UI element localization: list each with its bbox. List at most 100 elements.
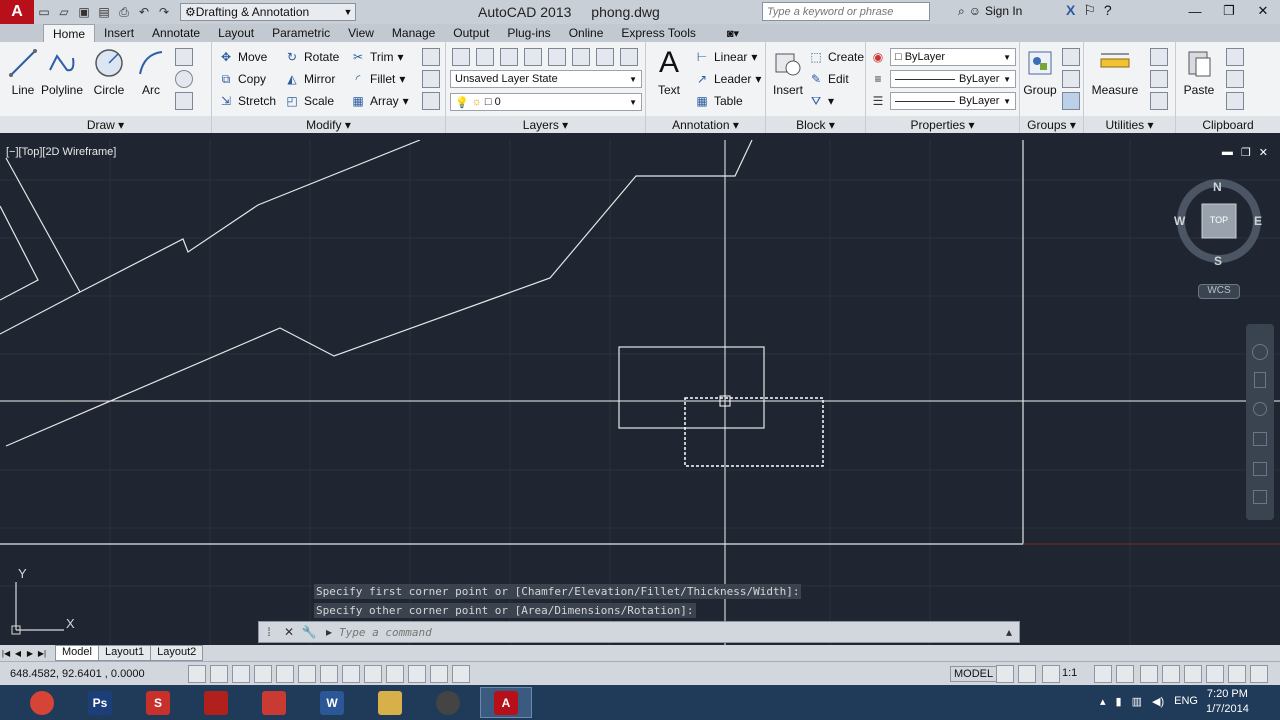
explode-icon[interactable] [422,70,440,88]
select-all-icon[interactable] [1150,70,1168,88]
clipboard-panel-title[interactable]: Clipboard [1176,116,1280,133]
copy-tool[interactable]: ⧉ Copy [218,70,266,88]
annotation-visibility-icon[interactable] [1094,665,1112,683]
taskbar-photoshop[interactable]: Ps [74,687,126,718]
properties-panel-title[interactable]: Properties ▾ [866,116,1019,133]
polar-icon[interactable] [276,665,294,683]
insert-block-tool[interactable]: Insert [770,47,806,97]
layer-off-icon[interactable] [476,48,494,66]
dyn-input-icon[interactable] [386,665,404,683]
print-icon[interactable]: ⎙ [114,2,134,22]
rotate-tool[interactable]: ↻ Rotate [284,48,339,66]
lock-ui-icon[interactable] [1162,665,1180,683]
tab-model[interactable]: Model [55,645,99,661]
utilities-panel-title[interactable]: Utilities ▾ [1084,116,1175,133]
table-tool[interactable]: ▦ Table [694,92,742,110]
move-tool[interactable]: ✥ Move [218,48,267,66]
annotation-scale-icon[interactable] [1042,665,1060,683]
infer-constraints-icon[interactable] [188,665,206,683]
compass-south[interactable]: S [1214,254,1222,268]
navigation-bar[interactable] [1246,324,1274,520]
quick-view-layouts-icon[interactable] [996,665,1014,683]
taskbar-word[interactable]: W [306,687,358,718]
stretch-tool[interactable]: ⇲ Stretch [218,92,276,110]
viewport-restore-icon[interactable]: ❐ [1241,146,1251,159]
grid-icon[interactable] [210,665,228,683]
save-as-icon[interactable]: ▤ [94,2,114,22]
block-attribute-tool[interactable]: ⛛ ▾ [808,92,834,110]
next-layout-icon[interactable]: ▶ [24,649,36,658]
groups-panel-title[interactable]: Groups ▾ [1020,116,1083,133]
polyline-tool[interactable]: Polyline [40,47,84,97]
quick-properties-icon[interactable] [452,665,470,683]
layer-lock-icon[interactable] [548,48,566,66]
undo-icon[interactable]: ↶ [134,2,154,22]
tab-annotate[interactable]: Annotate [143,24,209,42]
color-dropdown[interactable]: □ ByLayer ▼ [890,48,1016,66]
network-icon[interactable]: ▥ [1132,695,1142,708]
annotation-scale[interactable]: 1:1 [1062,667,1077,679]
layer-previous-icon[interactable] [596,48,614,66]
modify-panel-title[interactable]: Modify ▾ [212,116,445,133]
drawing-canvas[interactable]: [−][Top][2D Wireframe] ▬ ❐ ✕ N S E W TOP… [0,140,1280,645]
prev-layout-icon[interactable]: ◀ [12,649,24,658]
otrack-icon[interactable] [342,665,360,683]
leader-tool[interactable]: ↗ Leader ▾ [694,70,761,88]
layer-dropdown[interactable]: 💡 ☼ □ 0 ▼ [450,93,642,111]
stay-connected-icon[interactable]: ⚐ [1083,2,1096,19]
paste-tool[interactable]: Paste [1182,47,1216,97]
tab-plug-ins[interactable]: Plug-ins [498,24,559,42]
linear-dimension-tool[interactable]: ⊢ Linear ▾ [694,48,758,66]
workspace-dropdown[interactable]: ⚙ Drafting & Annotation ▼ [180,3,356,21]
lineweight-dropdown[interactable]: ByLayer ▼ [890,92,1016,110]
copy-clip-icon[interactable] [1226,70,1244,88]
match-properties-icon[interactable]: ◉ [870,48,886,66]
last-layout-icon[interactable]: ▶| [36,649,48,658]
hatch-icon[interactable] [175,92,193,110]
viewcube[interactable]: N S E W TOP [1172,174,1266,268]
compass-east[interactable]: E [1254,214,1262,228]
taskbar-sketchup[interactable]: S [132,687,184,718]
lineweight-toggle-icon[interactable] [408,665,426,683]
tab-manage[interactable]: Manage [383,24,444,42]
ungroup-icon[interactable] [1062,48,1080,66]
workspace-switch-icon[interactable] [1140,665,1158,683]
ducs-icon[interactable] [364,665,382,683]
language-indicator[interactable]: ENG [1174,695,1198,708]
create-block-tool[interactable]: ⬚ Create [808,48,864,66]
layer-freeze-icon[interactable] [524,48,542,66]
help-search-input[interactable] [762,2,930,21]
tab-insert[interactable]: Insert [95,24,143,42]
draw-panel-title[interactable]: Draw ▾ [0,116,211,133]
taskbar-chrome[interactable] [16,687,68,718]
ellipse-icon[interactable] [175,70,193,88]
hardware-acceleration-icon[interactable] [1184,665,1202,683]
orbit-icon[interactable] [1253,432,1267,446]
text-tool[interactable]: A Text [652,46,686,97]
command-prompt-icon[interactable]: ▸ [319,625,339,639]
array-tool[interactable]: ▦ Array ▾ [350,92,408,110]
volume-icon[interactable]: ◀) [1152,695,1164,708]
tab-layout1[interactable]: Layout1 [97,645,152,661]
help-icon[interactable]: ? [1104,2,1112,19]
annotation-panel-title[interactable]: Annotation ▾ [646,116,765,133]
clean-screen-icon[interactable] [1250,665,1268,683]
layers-panel-title[interactable]: Layers ▾ [446,116,645,133]
maximize-icon[interactable]: ❐ [1212,0,1246,22]
measure-tool[interactable]: Measure [1090,47,1140,97]
calculator-icon[interactable] [1150,92,1168,110]
auto-scale-icon[interactable] [1116,665,1134,683]
wcs-menu-button[interactable]: WCS [1198,284,1240,299]
tab-parametric[interactable]: Parametric [263,24,339,42]
quick-select-icon[interactable] [1150,48,1168,66]
snap-icon[interactable] [232,665,250,683]
erase-icon[interactable] [422,48,440,66]
command-close-icon[interactable]: ✕ [279,625,299,639]
fillet-tool[interactable]: ◜ Fillet ▾ [350,70,406,88]
minimize-icon[interactable]: — [1178,0,1212,22]
taskbar-grid-app[interactable] [248,687,300,718]
circle-tool[interactable]: Circle [90,47,128,97]
match-prop-icon[interactable] [1226,92,1244,110]
rectangle-icon[interactable] [175,48,193,66]
compass-west[interactable]: W [1174,214,1185,228]
